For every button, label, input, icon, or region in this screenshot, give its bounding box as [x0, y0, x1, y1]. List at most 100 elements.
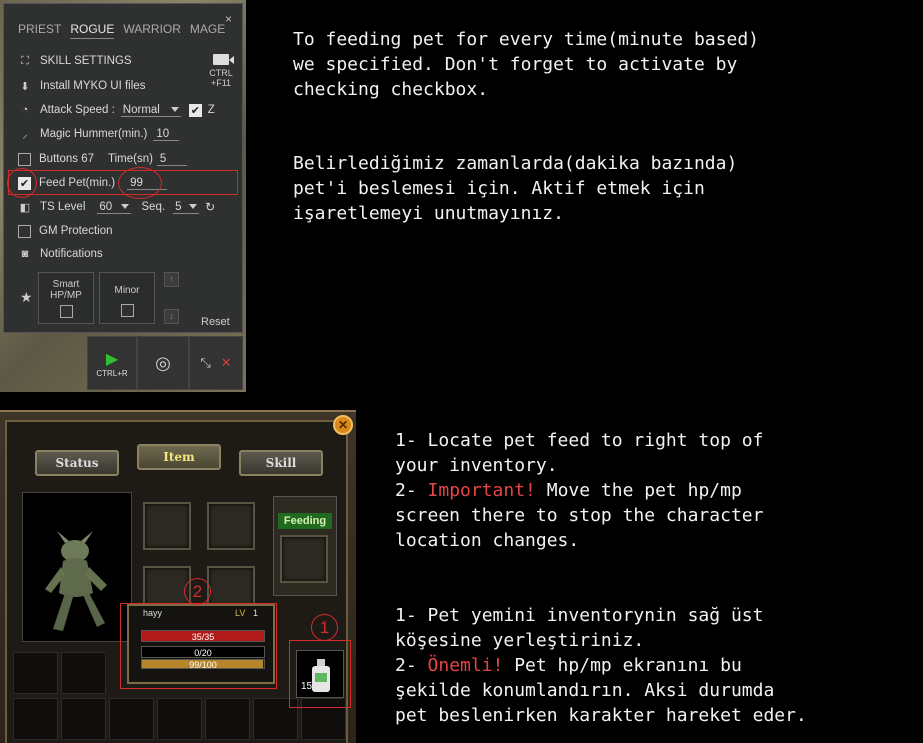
- buttons-row: Buttons 67 Time(sn) 5: [18, 150, 187, 168]
- target-icon: ◎: [155, 352, 171, 373]
- description-tr-2: 1- Pet yemini inventorynin sağ üst köşes…: [395, 603, 807, 728]
- attack-speed-value: Normal: [122, 103, 160, 116]
- attack-speed-select[interactable]: Normal: [120, 103, 181, 117]
- minor-label: Minor: [114, 285, 140, 296]
- attack-speed-label: Attack Speed :: [40, 104, 115, 116]
- feeding-label: Feeding: [278, 513, 332, 529]
- record-hint-line2: +F11: [210, 78, 232, 88]
- buttons-label: Buttons 67: [39, 153, 94, 165]
- attack-speed-row: ◔ Attack Speed : Normal ✔ Z: [18, 101, 215, 119]
- tab-skill[interactable]: Skill: [239, 450, 323, 476]
- attack-speed-z-checkbox[interactable]: ✔: [188, 103, 202, 117]
- seq-select[interactable]: 5: [173, 200, 200, 214]
- gm-protection-checkbox[interactable]: [18, 224, 31, 238]
- ts-level-row: ◧ TS Level 60 Seq. 5 ↻: [18, 198, 215, 216]
- item-slot[interactable]: [143, 502, 191, 550]
- magic-hummer-label: Magic Hummer(min.): [40, 128, 148, 140]
- smart-hpmp-checkbox[interactable]: [59, 305, 73, 318]
- settings-panel: PRIEST ROGUE WARRIOR MAGE × CTRL +F11 ⛶ …: [3, 3, 243, 333]
- class-tabs: PRIEST ROGUE WARRIOR MAGE: [18, 22, 225, 39]
- gm-protection-label: GM Protection: [39, 225, 113, 237]
- record-hint-line1: CTRL: [209, 68, 233, 78]
- tr-important-label: Önemli!: [427, 655, 504, 676]
- buttons-checkbox[interactable]: [18, 152, 31, 166]
- hammer-icon: ⸝: [22, 128, 28, 141]
- refresh-icon[interactable]: ↻: [205, 200, 215, 214]
- discord-icon: ◙: [21, 248, 29, 260]
- description-en-2: 1- Locate pet feed to right top of your …: [395, 428, 763, 553]
- feeding-slot[interactable]: [280, 535, 328, 583]
- pet-status-highlight-box: [120, 603, 277, 689]
- time-label: Time(sn): [107, 153, 153, 165]
- close-icon[interactable]: ✕: [221, 355, 232, 371]
- inventory-cell[interactable]: [13, 698, 58, 740]
- ts-level-label: TS Level: [40, 201, 86, 213]
- ts-level-value: 60: [99, 200, 113, 213]
- gm-protection-row: GM Protection: [18, 222, 113, 240]
- skill-settings-row[interactable]: ⛶ SKILL SETTINGS: [18, 52, 132, 70]
- item-slot[interactable]: [207, 502, 255, 550]
- inventory-cell[interactable]: [205, 698, 250, 740]
- close-icon[interactable]: ✕: [333, 415, 353, 435]
- chevron-down-icon: [170, 107, 179, 112]
- start-hint: CTRL+R: [96, 368, 128, 378]
- minor-checkbox[interactable]: [120, 304, 134, 317]
- chevron-down-icon: [189, 204, 198, 209]
- tr-step-2-prefix: 2-: [395, 655, 428, 676]
- seq-value: 5: [175, 200, 182, 213]
- smart-hpmp-box: Smart HP/MP: [38, 272, 94, 324]
- skill-settings-label: SKILL SETTINGS: [40, 55, 132, 67]
- smart-hpmp-line1: Smart: [52, 279, 80, 290]
- seq-label: Seq.: [141, 201, 166, 213]
- tab-status[interactable]: Status: [35, 450, 119, 476]
- tab-item[interactable]: Item: [137, 444, 221, 470]
- expand-icon: ⛶: [21, 54, 29, 67]
- tab-warrior[interactable]: WARRIOR: [123, 22, 181, 39]
- description-tr-1: Belirlediğimiz zamanlarda(dakika bazında…: [293, 153, 738, 224]
- arrow-up-button[interactable]: ↑: [164, 272, 179, 287]
- reset-button[interactable]: Reset: [201, 316, 230, 328]
- inventory-cell[interactable]: [61, 652, 106, 694]
- en-important-label: Important!: [427, 480, 536, 501]
- shrink-icon[interactable]: ⤡: [200, 355, 210, 371]
- start-button[interactable]: ▶ CTRL+R: [87, 336, 137, 390]
- feeding-panel: Feeding: [273, 496, 337, 596]
- window-controls: ⤡ ✕: [189, 336, 243, 390]
- smart-hpmp-line2: HP/MP: [50, 290, 82, 301]
- speedometer-icon: ◔: [21, 104, 29, 116]
- description-en-1: To feeding pet for every time(minute bas…: [293, 29, 759, 100]
- en-step-1: 1- Locate pet feed to right top of your …: [395, 430, 764, 476]
- time-input[interactable]: 5: [156, 153, 187, 166]
- notifications-row[interactable]: ◙ Notifications: [18, 245, 103, 263]
- marker-1: 1: [311, 614, 338, 641]
- tr-step-1: 1- Pet yemini inventorynin sağ üst köşes…: [395, 605, 764, 651]
- tab-priest[interactable]: PRIEST: [18, 22, 61, 39]
- food-slot-highlight-box: [289, 640, 351, 708]
- tab-mage[interactable]: MAGE: [190, 22, 225, 39]
- ts-level-select[interactable]: 60: [97, 200, 132, 214]
- inventory-cell[interactable]: [13, 652, 58, 694]
- star-icon[interactable]: ★: [20, 289, 33, 306]
- notifications-label: Notifications: [40, 248, 103, 260]
- inventory-cell[interactable]: [157, 698, 202, 740]
- close-icon[interactable]: ×: [225, 12, 232, 26]
- camera-icon: [213, 54, 234, 65]
- transform-icon: ◧: [19, 201, 31, 214]
- magic-hummer-input[interactable]: 10: [153, 128, 180, 141]
- install-ui-row[interactable]: ⬇ Install MYKO UI files: [18, 77, 145, 95]
- arrow-down-button[interactable]: ↓: [164, 309, 179, 324]
- pet-figure: [45, 531, 107, 631]
- marker-2: 2: [184, 578, 211, 605]
- download-file-icon: ⬇: [20, 80, 30, 93]
- chevron-down-icon: [121, 204, 130, 209]
- inventory-cell[interactable]: [109, 698, 154, 740]
- inventory-cell[interactable]: [61, 698, 106, 740]
- bottom-toolbar: ▶ CTRL+R ◎ ⤡ ✕: [87, 336, 243, 390]
- character-preview: [22, 492, 132, 642]
- value-highlight-circle: [118, 167, 162, 199]
- magic-hummer-row: ⸝ Magic Hummer(min.) 10: [18, 125, 180, 143]
- tab-rogue[interactable]: ROGUE: [70, 22, 115, 39]
- attack-speed-z-label: Z: [207, 104, 215, 116]
- target-button[interactable]: ◎: [137, 336, 189, 390]
- record-button[interactable]: CTRL +F11: [204, 54, 238, 88]
